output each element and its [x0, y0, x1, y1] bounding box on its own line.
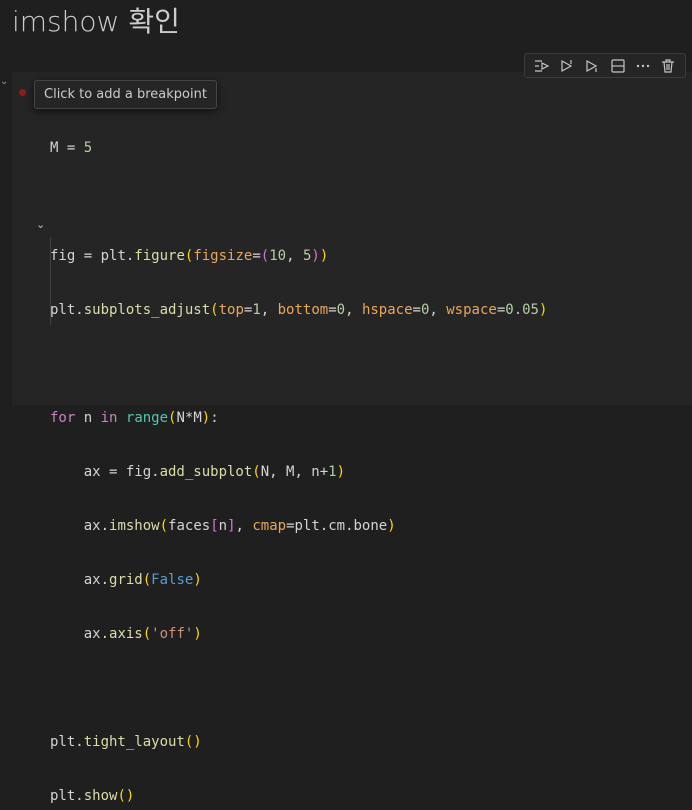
code-line: ax = fig.add_subplot(N, M, n+1) — [50, 464, 346, 480]
execute-below-icon[interactable] — [582, 56, 602, 76]
more-actions-icon[interactable] — [633, 56, 653, 76]
code-line: for n in range(N*M): — [50, 410, 219, 426]
delete-cell-icon[interactable] — [658, 56, 678, 76]
execute-above-icon[interactable] — [557, 56, 577, 76]
breakpoint-tooltip: Click to add a breakpoint — [34, 80, 217, 109]
code-line: M = 5 — [50, 140, 93, 156]
cell-toolbar — [524, 53, 686, 78]
page-heading: imshow 확인 — [12, 5, 180, 38]
breakpoint-dot[interactable] — [19, 89, 26, 96]
code-line: ax.imshow(faces[n], cmap=plt.cm.bone) — [50, 518, 396, 534]
code-line: ax.axis('off') — [50, 626, 202, 642]
cell-collapse-chevron-icon[interactable]: ⌄ — [0, 76, 12, 88]
run-by-line-icon[interactable] — [532, 56, 552, 76]
code-line: fig = plt.figure(figsize=(10, 5)) — [50, 248, 329, 264]
split-cell-icon[interactable] — [608, 56, 628, 76]
code-line: ax.grid(False) — [50, 572, 202, 588]
code-line: plt.tight_layout() — [50, 734, 202, 750]
code-block[interactable]: M = 5 fig = plt.figure(figsize=(10, 5)) … — [50, 105, 547, 810]
fold-chevron-icon[interactable]: ⌄ — [36, 218, 45, 232]
code-line: plt.show() — [50, 788, 135, 804]
code-line: plt.subplots_adjust(top=1, bottom=0, hsp… — [50, 302, 548, 318]
